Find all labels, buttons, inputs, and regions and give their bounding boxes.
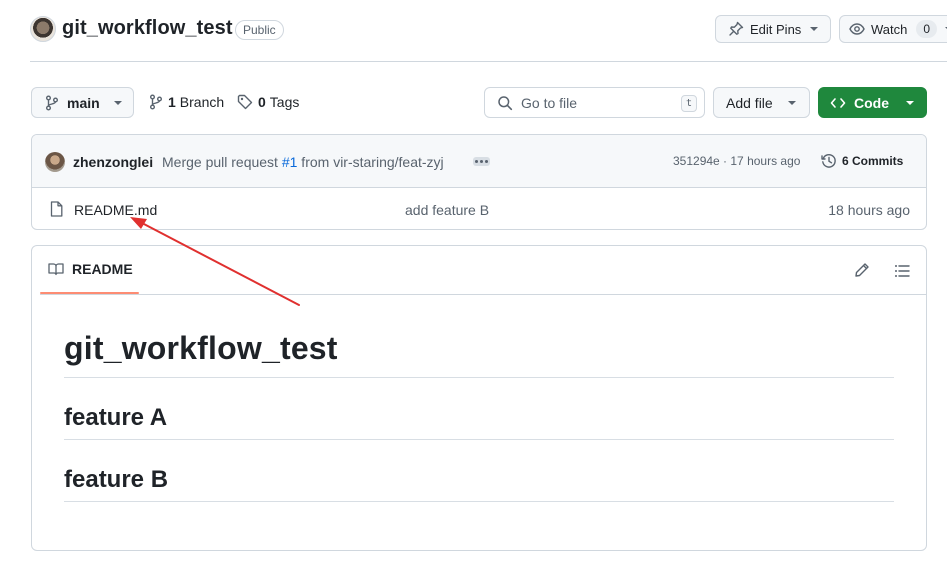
code-label: Code [854,94,889,111]
divider [40,294,849,295]
repo-name[interactable]: git_workflow_test [62,17,233,40]
header-divider [30,61,947,62]
code-button[interactable]: Code [818,87,927,118]
git-branch-icon [46,95,58,110]
readme-heading-1: git_workflow_test [64,330,338,366]
commit-details-ellipsis-button[interactable] [473,157,490,166]
pencil-icon[interactable] [854,262,870,278]
chevron-down-icon [113,100,122,105]
search-icon [498,95,513,110]
watch-button[interactable]: Watch 0 [839,15,947,43]
add-file-button[interactable]: Add file [713,87,810,118]
tags-label: Tags [269,94,300,110]
latest-commit-row: zhenzonglei Merge pull request #1 from v… [32,135,926,188]
branches-count: 1 [168,94,176,110]
readme-tabbar: README [32,246,927,295]
commit-sha-time[interactable]: 351294e · 17 hours ago [673,154,800,168]
file-last-commit-link[interactable]: add feature B [405,202,489,218]
code-icon [830,97,846,108]
add-file-label: Add file [726,94,773,111]
book-icon [48,263,64,276]
branches-link[interactable]: 1 Branch [149,94,224,110]
edit-pins-button[interactable]: Edit Pins [715,15,831,43]
divider [64,501,894,502]
readme-panel: README git_workflow_test feature A featu… [31,245,927,551]
go-to-file-placeholder: Go to file [521,94,578,111]
pin-icon [729,21,744,36]
commits-history-link[interactable]: 6 Commits [821,153,903,169]
readme-heading-feature-b: feature B [64,466,169,493]
file-age: 18 hours ago [828,202,910,218]
tags-count: 0 [258,94,266,110]
file-table: zhenzonglei Merge pull request #1 from v… [31,134,927,230]
chevron-down-icon [810,27,819,31]
repo-header: git_workflow_test Public Edit Pins Watch… [0,0,947,62]
tab-readme[interactable]: README [48,261,133,277]
branches-label: Branch [179,94,225,110]
branch-selector[interactable]: main [31,87,134,118]
table-row[interactable]: README.md add feature B 18 hours ago [32,188,926,229]
repo-owner-avatar[interactable] [30,16,56,42]
divider [64,377,894,378]
commit-message[interactable]: Merge pull request #1 from vir-staring/f… [162,154,444,170]
commit-message-suffix: from vir-staring/feat-zyj [297,154,444,170]
file-name-link[interactable]: README.md [74,202,157,218]
tab-readme-label: README [72,261,133,277]
git-branch-icon [150,94,162,110]
commit-message-prefix: Merge pull request [162,154,282,170]
go-to-file-input[interactable]: Go to file t [484,87,705,118]
branch-name: main [67,94,100,111]
eye-icon [849,23,865,35]
commits-count-label: 6 Commits [842,154,904,168]
go-to-file-shortcut: t [681,95,697,112]
pr-link[interactable]: #1 [282,154,298,170]
divider [64,439,894,440]
edit-pins-label: Edit Pins [750,21,802,37]
avatar[interactable] [45,152,65,172]
file-icon [50,201,63,217]
list-unordered-icon[interactable] [894,263,910,279]
tags-link[interactable]: 0 Tags [237,94,299,110]
watch-count: 0 [916,20,938,38]
chevron-down-icon [906,100,914,105]
commit-author[interactable]: zhenzonglei [73,154,153,170]
readme-heading-feature-a: feature A [64,404,168,431]
chevron-down-icon [787,100,796,105]
visibility-badge: Public [235,20,284,40]
history-icon [821,153,836,168]
watch-label: Watch [871,21,908,37]
divider [849,294,927,295]
tag-icon [237,94,253,110]
